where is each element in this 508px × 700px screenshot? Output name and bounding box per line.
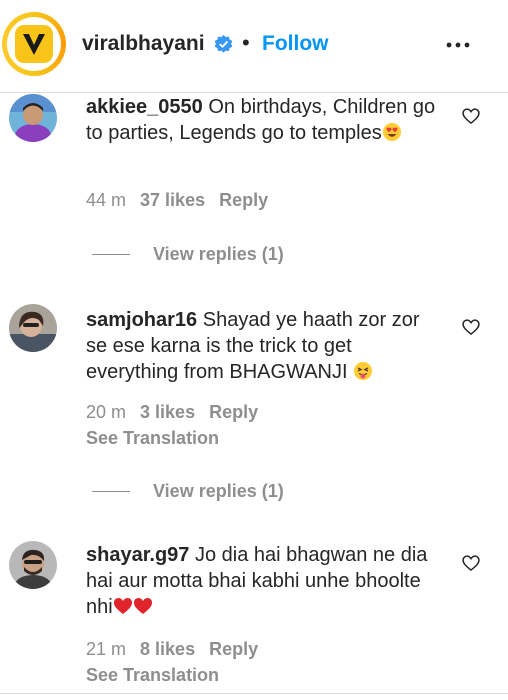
viral-logo-icon [7, 17, 61, 71]
comment-time: 44 m [86, 190, 127, 210]
comment-meta: 20 m 3 likes Reply [86, 402, 258, 423]
comment-body: shayar.g97 Jo dia hai bhagwan ne dia hai… [86, 542, 436, 623]
view-replies-button[interactable]: View replies (1) [153, 481, 284, 502]
view-replies-divider [92, 491, 130, 492]
post-author-username[interactable]: viralbhayani [82, 32, 205, 56]
post-header: viralbhayani • Follow [0, 0, 508, 93]
comment-username[interactable]: samjohar16 [86, 309, 197, 331]
commenter-avatar[interactable] [9, 541, 57, 589]
reply-button[interactable]: Reply [209, 639, 258, 659]
see-translation-button[interactable]: See Translation [86, 665, 219, 686]
tongue-wink-emoji-icon [353, 361, 373, 388]
two-red-hearts-emoji-icon [113, 596, 153, 623]
more-options-icon[interactable] [443, 30, 473, 60]
commenter-avatar[interactable] [9, 94, 57, 142]
like-heart-icon[interactable] [461, 317, 481, 337]
reply-button[interactable]: Reply [209, 402, 258, 422]
comment-username[interactable]: shayar.g97 [86, 544, 189, 566]
like-heart-icon[interactable] [461, 106, 481, 126]
commenter-avatar[interactable] [9, 304, 57, 352]
see-translation-button[interactable]: See Translation [86, 428, 219, 449]
comment-body: akkiee_0550 On birthdays, Children go to… [86, 94, 436, 149]
heart-eyes-emoji-icon [382, 122, 402, 149]
comment-username[interactable]: akkiee_0550 [86, 96, 203, 118]
comment-likes[interactable]: 3 likes [140, 402, 195, 422]
follow-button[interactable]: Follow [262, 32, 329, 56]
bottom-divider [0, 693, 508, 694]
comment-time: 21 m [86, 639, 127, 659]
view-replies-button[interactable]: View replies (1) [153, 244, 284, 265]
comment-likes[interactable]: 37 likes [140, 190, 205, 210]
profile-avatar[interactable] [2, 12, 66, 76]
verified-badge-icon [214, 35, 233, 53]
view-replies-divider [92, 254, 130, 255]
comment-body: samjohar16 Shayad ye haath zor zor se es… [86, 307, 436, 388]
reply-button[interactable]: Reply [219, 190, 268, 210]
like-heart-icon[interactable] [461, 553, 481, 573]
comment-time: 20 m [86, 402, 127, 422]
comment-meta: 44 m 37 likes Reply [86, 190, 268, 211]
comment-likes[interactable]: 8 likes [140, 639, 195, 659]
comment-meta: 21 m 8 likes Reply [86, 639, 258, 660]
separator-dot: • [242, 30, 250, 55]
